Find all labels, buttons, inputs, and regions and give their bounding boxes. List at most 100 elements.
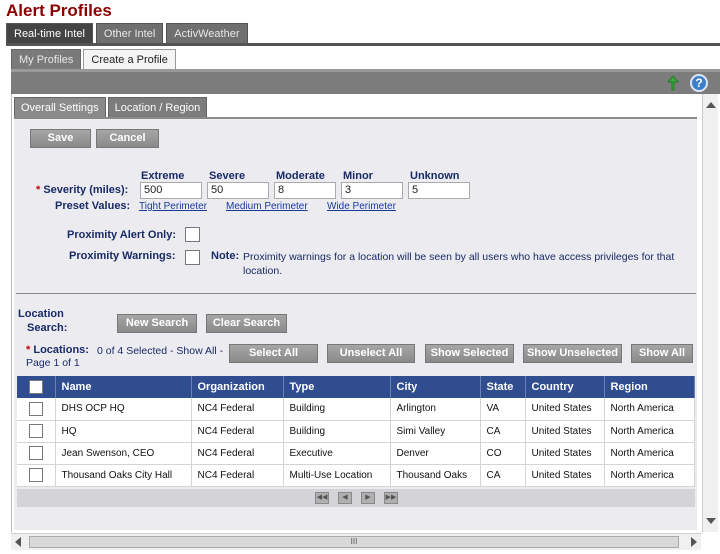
- column-country[interactable]: Country: [525, 376, 605, 398]
- header-checkbox[interactable]: [28, 380, 43, 394]
- save-button[interactable]: Save: [30, 129, 91, 148]
- row-checkbox[interactable]: [28, 468, 43, 482]
- help-icon[interactable]: ?: [690, 74, 708, 92]
- show-selected-button[interactable]: Show Selected: [425, 344, 514, 363]
- location-region-panel: Save Cancel Extreme Severe Moderate Mino…: [14, 117, 697, 530]
- clear-search-button[interactable]: Clear Search: [206, 314, 287, 333]
- select-all-header[interactable]: [17, 376, 56, 398]
- cell-city: Thousand Oaks: [390, 464, 481, 487]
- note-text: Proximity warnings for a location will b…: [243, 250, 693, 278]
- column-region[interactable]: Region: [604, 376, 695, 398]
- table-row[interactable]: DHS OCP HQ NC4 Federal Building Arlingto…: [17, 398, 695, 421]
- proximity-alert-only-label: Proximity Alert Only:: [67, 229, 177, 241]
- moderate-input[interactable]: 8: [274, 182, 336, 199]
- page-indicator: Page 1 of 1: [26, 357, 80, 369]
- tight-perimeter-link[interactable]: Tight Perimeter: [139, 201, 207, 212]
- horizontal-scroll-thumb[interactable]: III: [29, 536, 679, 548]
- select-all-button[interactable]: Select All: [229, 344, 318, 363]
- column-state[interactable]: State: [480, 376, 526, 398]
- cell-country: United States: [525, 398, 605, 421]
- extreme-input[interactable]: 500: [140, 182, 202, 199]
- tab-my-profiles[interactable]: My Profiles: [11, 49, 82, 70]
- cell-type: Multi-Use Location: [283, 464, 391, 487]
- column-unknown: Unknown: [410, 170, 460, 182]
- cell-name: Jean Swenson, CEO: [55, 442, 192, 465]
- minor-input[interactable]: 3: [341, 182, 403, 199]
- location-search-label-1: Location: [18, 308, 64, 320]
- back-arrow-icon[interactable]: [664, 75, 680, 91]
- cell-country: United States: [525, 464, 605, 487]
- column-name[interactable]: Name: [55, 376, 192, 398]
- preset-values-label: Preset Values:: [55, 200, 131, 212]
- note-line-text: Proximity warnings for a location will b…: [243, 251, 675, 277]
- medium-perimeter-link[interactable]: Medium Perimeter: [226, 201, 308, 212]
- vertical-scrollbar[interactable]: [702, 94, 718, 532]
- tab-overall-settings[interactable]: Overall Settings: [14, 97, 106, 117]
- column-city[interactable]: City: [390, 376, 481, 398]
- scroll-right-icon[interactable]: [691, 537, 697, 547]
- column-extreme: Extreme: [141, 170, 185, 182]
- horizontal-scrollbar[interactable]: III: [11, 533, 701, 550]
- cancel-button[interactable]: Cancel: [96, 129, 159, 148]
- cell-state: CA: [480, 420, 526, 443]
- table-row[interactable]: Jean Swenson, CEO NC4 Federal Executive …: [17, 442, 695, 465]
- row-checkbox-cell[interactable]: [17, 398, 56, 421]
- new-search-button[interactable]: New Search: [117, 314, 197, 333]
- severe-input[interactable]: 50: [207, 182, 269, 199]
- note-label: Note:: [211, 250, 240, 262]
- row-checkbox-cell[interactable]: [17, 464, 56, 487]
- cell-organization: NC4 Federal: [191, 420, 284, 443]
- show-unselected-button[interactable]: Show Unselected: [523, 344, 622, 363]
- first-page-icon[interactable]: ◀◀: [315, 492, 329, 504]
- tab-real-time-intel[interactable]: Real-time Intel: [6, 23, 93, 44]
- scroll-down-icon[interactable]: [706, 518, 716, 524]
- top-tab-rule: [6, 43, 720, 46]
- table-row[interactable]: Thousand Oaks City Hall NC4 Federal Mult…: [17, 464, 695, 487]
- sub-tabs: My Profiles Create a Profile: [11, 49, 176, 70]
- cell-state: VA: [480, 398, 526, 421]
- section-divider: [16, 293, 696, 294]
- column-minor: Minor: [343, 170, 373, 182]
- cell-organization: NC4 Federal: [191, 442, 284, 465]
- cell-region: North America: [604, 398, 695, 421]
- show-all-button[interactable]: Show All: [631, 344, 693, 363]
- column-organization[interactable]: Organization: [191, 376, 284, 398]
- cell-state: CA: [480, 464, 526, 487]
- toolbar: ?: [11, 72, 720, 94]
- wide-perimeter-link[interactable]: Wide Perimeter: [327, 201, 396, 212]
- tab-other-intel[interactable]: Other Intel: [95, 23, 164, 44]
- inner-tabs: Overall Settings Location / Region: [14, 97, 208, 117]
- row-checkbox[interactable]: [28, 424, 43, 438]
- column-type[interactable]: Type: [283, 376, 391, 398]
- table-row[interactable]: HQ NC4 Federal Building Simi Valley CA U…: [17, 420, 695, 443]
- cell-country: United States: [525, 420, 605, 443]
- next-page-icon[interactable]: ▶: [361, 492, 375, 504]
- locations-table: Name Organization Type City State Countr…: [17, 376, 695, 487]
- cell-country: United States: [525, 442, 605, 465]
- unknown-input[interactable]: 5: [408, 182, 470, 199]
- prev-page-icon[interactable]: ◀: [338, 492, 352, 504]
- row-checkbox[interactable]: [28, 446, 43, 460]
- row-checkbox[interactable]: [28, 401, 43, 416]
- last-page-icon[interactable]: ▶▶: [384, 492, 398, 504]
- selected-count-text[interactable]: 0 of 4 Selected - Show All -: [97, 345, 223, 357]
- cell-region: North America: [604, 442, 695, 465]
- cell-name: DHS OCP HQ: [55, 398, 192, 421]
- unselect-all-button[interactable]: Unselect All: [327, 344, 415, 363]
- locations-label-text: Locations:: [33, 344, 89, 356]
- cell-city: Arlington: [390, 398, 481, 421]
- severity-label-text: Severity (miles):: [43, 184, 129, 196]
- tab-create-a-profile[interactable]: Create a Profile: [83, 49, 176, 70]
- proximity-alert-only-checkbox[interactable]: [185, 227, 200, 242]
- proximity-warnings-checkbox[interactable]: [185, 250, 200, 265]
- tab-location-region[interactable]: Location / Region: [107, 97, 208, 117]
- cell-type: Building: [283, 398, 391, 421]
- cell-name: Thousand Oaks City Hall: [55, 464, 192, 487]
- row-checkbox-cell[interactable]: [17, 420, 56, 443]
- table-header-row: Name Organization Type City State Countr…: [17, 376, 695, 398]
- scroll-up-icon[interactable]: [706, 102, 716, 108]
- row-checkbox-cell[interactable]: [17, 442, 56, 465]
- tab-activweather[interactable]: ActivWeather: [166, 23, 248, 44]
- column-moderate: Moderate: [276, 170, 325, 182]
- scroll-left-icon[interactable]: [15, 537, 21, 547]
